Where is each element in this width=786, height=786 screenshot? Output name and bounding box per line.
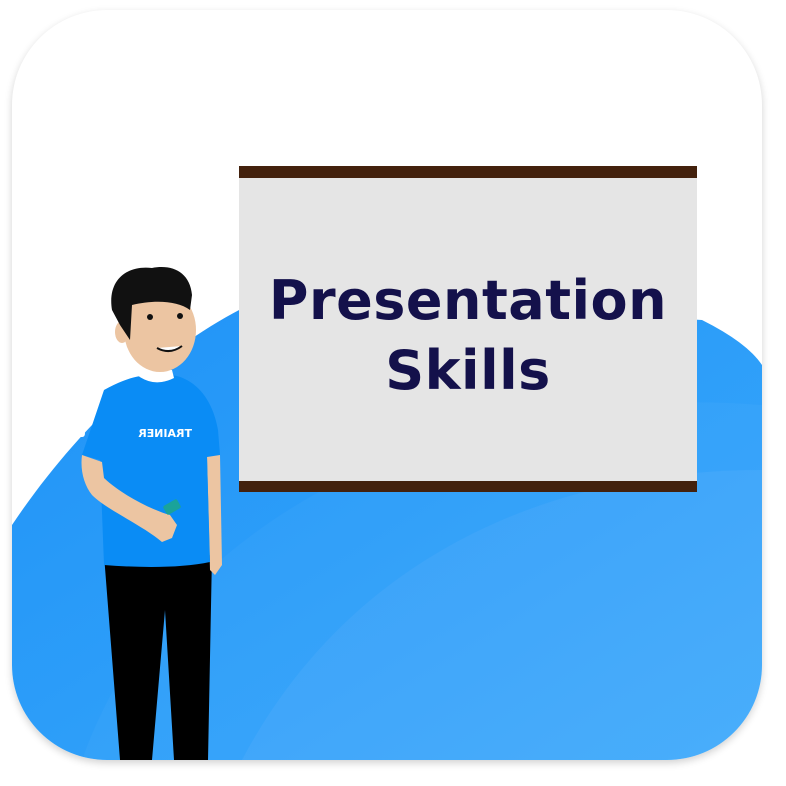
shirt-logo-mark: U: [77, 427, 86, 440]
shirt-logo: TRAINER: [138, 427, 192, 440]
board-bottom-bar: [239, 481, 697, 492]
presentation-board: Presentation Skills: [239, 166, 697, 492]
course-card[interactable]: TRAINER U Presentation Skills: [12, 10, 762, 760]
title-line-2: Skills: [385, 339, 551, 402]
board-top-bar: [239, 166, 697, 178]
shirt-logo-text: TRAINER: [138, 427, 192, 440]
board-title: Presentation Skills: [239, 266, 697, 406]
title-line-1: Presentation: [268, 269, 668, 332]
